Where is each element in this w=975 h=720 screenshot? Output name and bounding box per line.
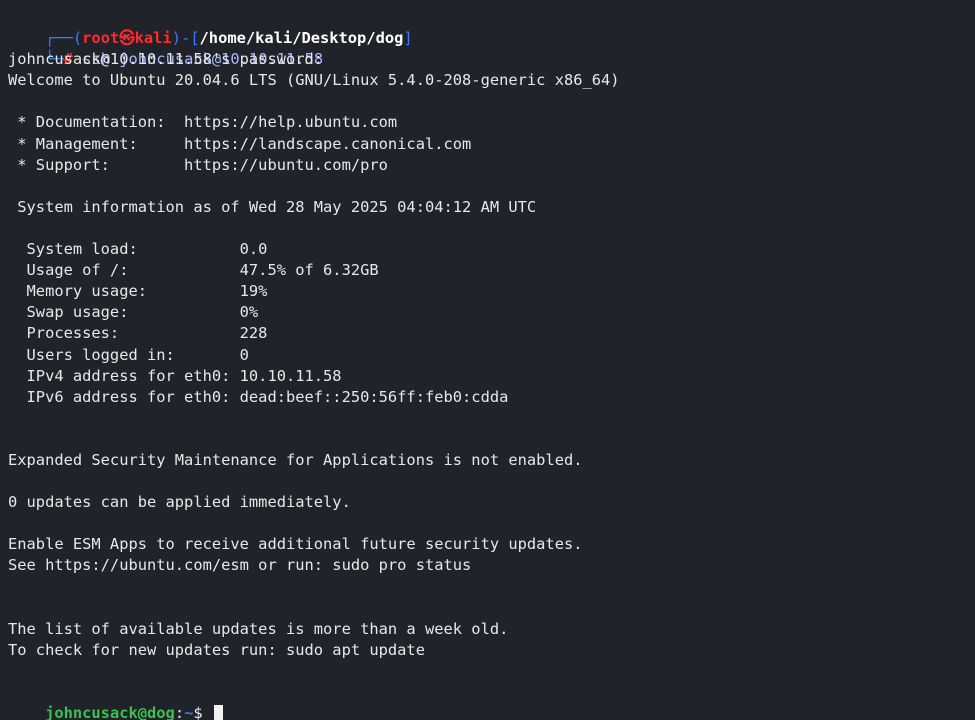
prompt-user: root	[82, 29, 120, 48]
output-line: Processes: 228	[8, 324, 268, 343]
output-line: Usage of /: 47.5% of 6.32GB	[8, 261, 379, 280]
output-line: Swap usage: 0%	[8, 303, 259, 322]
output-line: * Documentation: https://help.ubuntu.com	[8, 113, 398, 132]
prompt-separator: )-[	[171, 29, 200, 48]
output-line: 0 updates can be applied immediately.	[8, 493, 351, 512]
prompt-close: ]	[403, 29, 413, 48]
output-line: IPv4 address for eth0: 10.10.11.58	[8, 366, 342, 385]
remote-user-host: johncusack@dog	[45, 704, 175, 720]
output-line: Users logged in: 0	[8, 345, 249, 364]
prompt-at-symbol: ㉿	[119, 29, 135, 48]
output-line: See https://ubuntu.com/esm or run: sudo …	[8, 556, 472, 575]
terminal-window[interactable]: ┌──(root㉿kali)-[/home/kali/Desktop/dog] …	[0, 0, 975, 720]
remote-colon: :	[174, 704, 185, 720]
output-line: Memory usage: 19%	[8, 282, 268, 301]
output-line: johncusack@10.10.11.58's password:	[8, 50, 324, 69]
output-line: The list of available updates is more th…	[8, 619, 509, 638]
output-line: System load: 0.0	[8, 240, 268, 259]
output-line: Enable ESM Apps to receive additional fu…	[8, 535, 583, 554]
prompt-line-top: ┌──(root㉿kali)-[/home/kali/Desktop/dog]	[8, 7, 975, 47]
output-line: Expanded Security Maintenance for Applic…	[8, 450, 583, 469]
output-line: * Support: https://ubuntu.com/pro	[8, 155, 388, 174]
prompt-host: kali	[134, 29, 172, 48]
output-line: Welcome to Ubuntu 20.04.6 LTS (GNU/Linux…	[8, 71, 620, 90]
remote-path: ~	[184, 704, 194, 720]
output-line: * Management: https://landscape.canonica…	[8, 134, 472, 153]
prompt-path: /home/kali/Desktop/dog	[199, 29, 404, 48]
output-line: IPv6 address for eth0: dead:beef::250:56…	[8, 387, 509, 406]
output-line: System information as of Wed 28 May 2025…	[8, 197, 537, 216]
terminal-output: johncusack@10.10.11.58's password: Welcom…	[8, 49, 975, 682]
remote-prompt-line[interactable]: johncusack@dog:~$	[8, 682, 975, 720]
text-cursor[interactable]	[213, 705, 223, 720]
remote-dollar: $	[193, 704, 212, 720]
prompt-box-top: ┌──(	[45, 29, 83, 48]
output-line: To check for new updates run: sudo apt u…	[8, 640, 425, 659]
